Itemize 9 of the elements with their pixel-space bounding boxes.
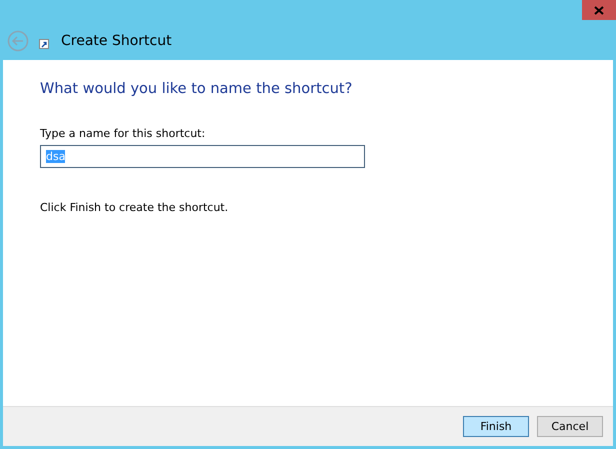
instruction-text: Click Finish to create the shortcut. xyxy=(40,201,228,214)
dialog-button[interactable]: Cancel xyxy=(537,416,603,437)
shortcut-icon xyxy=(39,39,49,49)
close-icon[interactable] xyxy=(594,6,604,14)
window-title: Create Shortcut xyxy=(61,33,172,49)
dialog-button[interactable]: Finish xyxy=(463,416,529,437)
page-heading: What would you like to name the shortcut? xyxy=(40,81,352,97)
close-button[interactable] xyxy=(582,0,616,20)
field-label: Type a name for this shortcut: xyxy=(40,127,206,140)
